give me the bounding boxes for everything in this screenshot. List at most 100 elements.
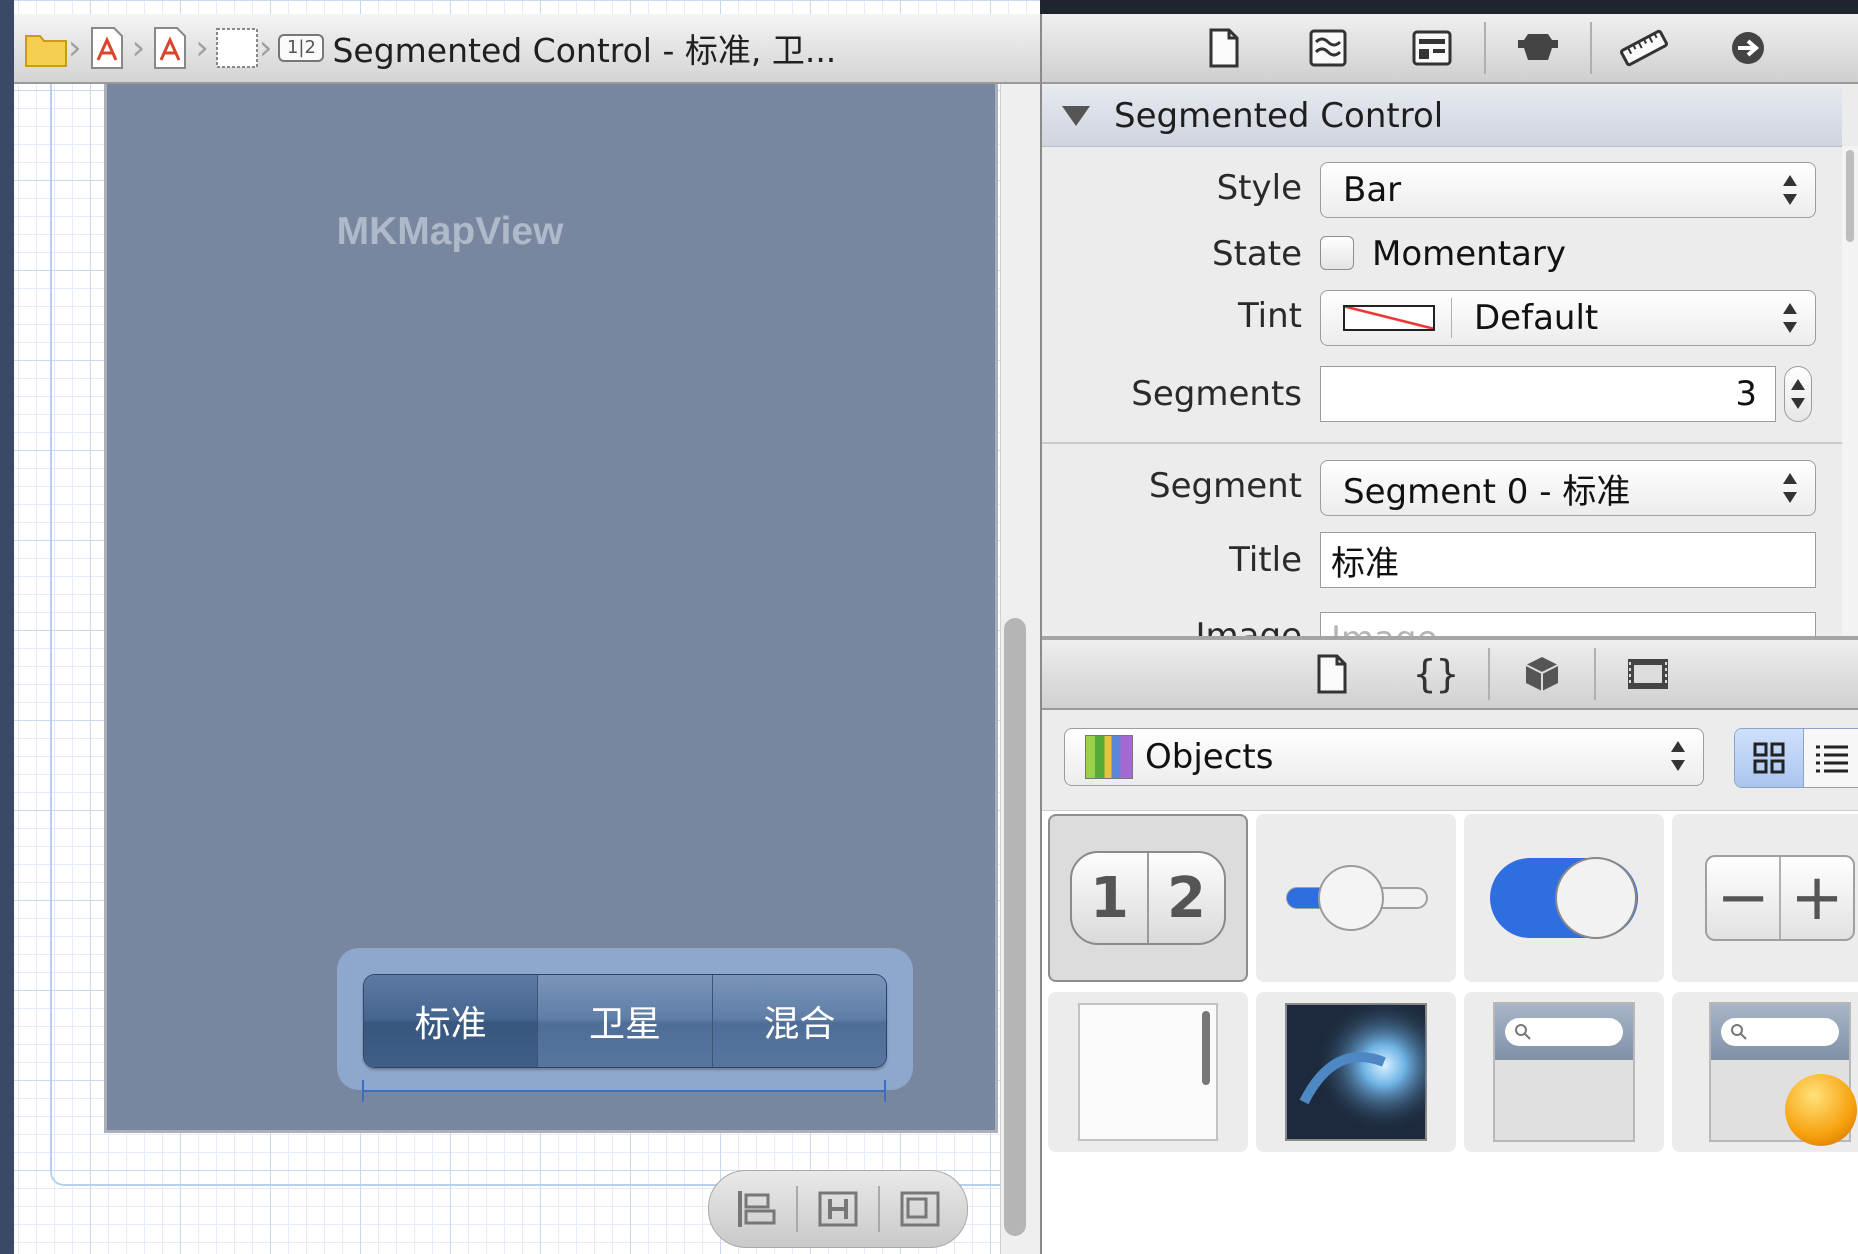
image-row-clip: Image Image: [1042, 604, 1842, 636]
segmented-control-preview: 1 2: [1070, 851, 1226, 945]
align-icon[interactable]: [730, 1184, 782, 1234]
stepper-preview: − +: [1705, 855, 1855, 941]
inspector-scrollbar-thumb[interactable]: [1846, 150, 1854, 242]
layout-control-bar: [708, 1170, 968, 1248]
library-books-icon: [1085, 735, 1133, 779]
segments-count-field[interactable]: 3: [1320, 366, 1776, 422]
search-display-preview: [1709, 1002, 1857, 1146]
tint-divider: [1451, 298, 1452, 338]
pin-icon[interactable]: [812, 1184, 864, 1234]
folder-icon[interactable]: [24, 26, 67, 70]
connections-inspector-icon[interactable]: [1696, 13, 1800, 83]
inspector-selector-bar: [1042, 14, 1858, 84]
layout-separator: [878, 1186, 880, 1232]
popup-arrows-icon: [1783, 171, 1797, 209]
stepper-item[interactable]: − +: [1672, 814, 1858, 982]
stepper-plus: +: [1790, 861, 1844, 935]
section-divider: [1042, 442, 1842, 444]
segmented-control-icon[interactable]: 1|2: [278, 34, 325, 62]
jump-bar: › › › › 1|2 Segmented Control - 标准, 卫...: [14, 14, 1040, 84]
image-combo-field[interactable]: Image: [1320, 612, 1816, 636]
segment-popup[interactable]: Segment 0 - 标准: [1320, 460, 1816, 516]
section-title: Segmented Control: [1114, 96, 1444, 136]
chevron-right-icon: ›: [195, 28, 209, 68]
segment-satellite[interactable]: 卫星: [538, 975, 713, 1067]
momentary-checkbox[interactable]: [1320, 236, 1354, 270]
attributes-section-header[interactable]: Segmented Control: [1042, 86, 1842, 147]
search-bar-item[interactable]: [1464, 992, 1664, 1152]
chevron-right-icon: ›: [68, 28, 82, 68]
segments-label: Segments: [1131, 374, 1302, 414]
size-inspector-icon[interactable]: [1592, 13, 1696, 83]
width-guide-right-tick: [884, 1080, 886, 1102]
layout-separator: [796, 1186, 798, 1232]
switch-preview-icon: [1490, 857, 1638, 939]
segment-standard[interactable]: 标准: [364, 975, 539, 1067]
width-guide-left-tick: [362, 1080, 364, 1102]
file-inspector-icon[interactable]: [1172, 13, 1276, 83]
stepper-arrows-icon: [1791, 375, 1805, 413]
popup-arrows-icon: [1783, 299, 1797, 337]
code-snippet-icon[interactable]: {}: [1384, 639, 1488, 709]
title-label: Title: [1229, 540, 1302, 580]
window-left-edge: [0, 0, 14, 1254]
popup-arrows-icon: [1671, 737, 1685, 775]
title-field[interactable]: 标准: [1320, 532, 1816, 588]
state-label: State: [1212, 234, 1302, 274]
tint-color-swatch: [1343, 305, 1435, 331]
chevron-right-icon: ›: [131, 28, 146, 68]
grid-view-icon[interactable]: [1735, 729, 1804, 787]
identity-inspector-icon[interactable]: [1380, 13, 1484, 83]
slider-preview-icon: [1286, 865, 1428, 931]
stepper-minus: −: [1707, 857, 1781, 939]
table-scroll-indicator: [1202, 1011, 1210, 1085]
object-library-icon[interactable]: [1490, 639, 1594, 709]
resolve-icon[interactable]: [894, 1184, 946, 1234]
xib-file-icon[interactable]: [88, 26, 126, 70]
popup-arrows-icon: [1783, 469, 1797, 507]
controller-orange-ball-icon: [1785, 1074, 1857, 1146]
jump-bar-current-label[interactable]: Segmented Control - 标准, 卫...: [332, 24, 836, 72]
style-popup[interactable]: Bar: [1320, 162, 1816, 218]
image-view-preview-icon: [1285, 1003, 1427, 1141]
segment-preview-one: 1: [1072, 853, 1149, 943]
tint-value: Default: [1474, 298, 1599, 338]
style-label: Style: [1216, 168, 1302, 208]
chevron-right-icon: ›: [258, 28, 273, 68]
segment-hybrid[interactable]: 混合: [712, 975, 886, 1067]
search-icon: [1731, 1024, 1747, 1040]
map-view-label: MKMapView: [336, 210, 564, 253]
view-icon[interactable]: [215, 26, 258, 70]
segments-stepper[interactable]: [1784, 366, 1812, 422]
quick-help-icon[interactable]: [1276, 13, 1380, 83]
list-view-icon[interactable]: [1804, 729, 1858, 787]
attributes-inspector-icon[interactable]: [1486, 13, 1590, 83]
segment-preview-two: 2: [1167, 865, 1206, 931]
media-library-icon[interactable]: [1596, 639, 1700, 709]
search-bar-preview: [1493, 1002, 1635, 1142]
canvas-scrollbar-thumb[interactable]: [1004, 618, 1026, 1236]
image-label: Image: [1195, 616, 1302, 636]
search-bar-display-controller-item[interactable]: [1672, 992, 1858, 1152]
disclosure-triangle-icon[interactable]: [1062, 106, 1090, 126]
search-icon: [1515, 1024, 1531, 1040]
table-view-preview: [1078, 1003, 1218, 1141]
slider-item[interactable]: [1256, 814, 1456, 982]
segmented-control[interactable]: 标准 卫星 混合: [363, 974, 887, 1068]
segment-value: Segment 0 - 标准: [1343, 471, 1631, 512]
switch-item[interactable]: [1464, 814, 1664, 982]
segmented-control-item[interactable]: 1 2: [1048, 814, 1248, 982]
file-template-icon[interactable]: [1280, 639, 1384, 709]
width-guide-line: [363, 1090, 885, 1092]
momentary-checkbox-label[interactable]: Momentary: [1372, 234, 1566, 274]
segment-label: Segment: [1149, 466, 1302, 506]
style-value: Bar: [1343, 170, 1402, 210]
table-view-item[interactable]: [1048, 992, 1248, 1152]
library-view-toggle[interactable]: [1734, 728, 1858, 788]
image-view-item[interactable]: [1256, 992, 1456, 1152]
library-filter-popup[interactable]: Objects: [1064, 728, 1704, 786]
xib-file-icon[interactable]: [151, 26, 189, 70]
tint-popup[interactable]: Default: [1320, 290, 1816, 346]
tint-label: Tint: [1237, 296, 1302, 336]
library-selector-bar: {}: [1042, 640, 1858, 710]
